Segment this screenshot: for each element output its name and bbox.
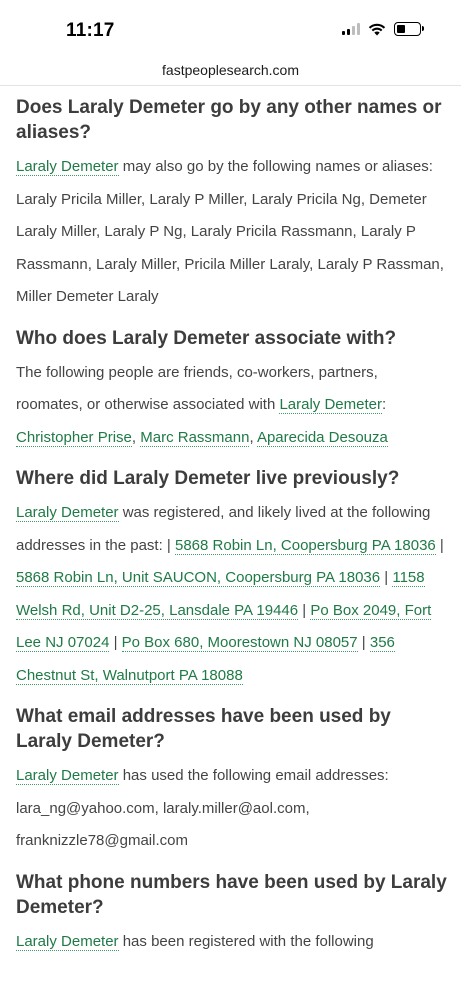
address-link[interactable]: Po Box 680, Moorestown NJ 08057 [121,634,358,652]
emails-paragraph: Laraly Demeter has used the following em… [16,760,448,858]
associates-section: Who does Laraly Demeter associate with? … [16,326,448,455]
address-link[interactable]: 5868 Robin Ln, Coopersburg PA 18036 [175,536,436,555]
associates-heading: Who does Laraly Demeter associate with? [16,327,397,349]
page-content: Does Laraly Demeter go by any other name… [16,95,448,970]
address-link[interactable]: 5868 Robin Ln, Unit SAUCON, Coopersburg … [16,569,381,587]
associate-link[interactable]: Christopher Prise [16,428,132,447]
aliases-section: Does Laraly Demeter go by any other name… [16,95,448,314]
aliases-heading: Does Laraly Demeter go by any other name… [16,97,442,143]
status-time: 11:17 [66,20,115,41]
address-bar[interactable]: fastpeoplesearch.com [0,56,461,86]
person-name-link[interactable]: Laraly Demeter [16,767,119,785]
phones-heading: What phone numbers have been used by Lar… [16,871,447,918]
battery-icon [394,22,424,36]
associates-paragraph: The following people are friends, co-wor… [16,363,388,447]
wifi-icon [368,23,386,35]
emails-heading: What email addresses have been used by L… [16,706,391,752]
status-icons [342,22,424,36]
addresses-heading: Where did Laraly Demeter live previously… [16,468,400,489]
phones-paragraph: Laraly Demeter has been registered with … [16,926,448,959]
phones-section: What phone numbers have been used by Lar… [16,870,448,959]
cellular-signal-icon [342,23,360,35]
associates-colon: : [382,396,387,413]
status-bar: 11:17 [0,0,461,56]
addresses-section: Where did Laraly Demeter live previously… [16,466,448,692]
aliases-text: may also go by the following names or al… [16,158,444,305]
person-name-link[interactable]: Laraly Demeter [16,158,119,176]
url-text[interactable]: fastpeoplesearch.com [162,62,299,78]
person-name-link[interactable]: Laraly Demeter [16,504,119,522]
person-name-link[interactable]: Laraly Demeter [279,396,382,414]
phones-text: has been registered with the following [118,932,374,950]
associate-link[interactable]: Aparecida Desouza [256,428,388,447]
person-name-link[interactable]: Laraly Demeter [16,932,119,951]
addresses-paragraph: Laraly Demeter was registered, and likel… [16,504,444,685]
aliases-paragraph: Laraly Demeter may also go by the follow… [16,151,448,314]
emails-section: What email addresses have been used by L… [16,704,448,858]
associate-link[interactable]: Marc Rassmann [140,428,250,447]
